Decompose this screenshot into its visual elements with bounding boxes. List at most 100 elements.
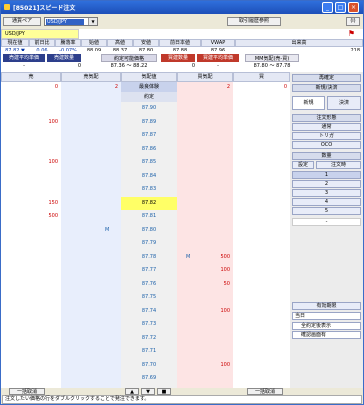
bottom-bar: 一括取消 ▲ ▼ ■ 一括取消 注文したい価格の行をダブルクリックすることで発注… <box>1 388 363 404</box>
price-cell[interactable]: 87.84 <box>121 170 177 184</box>
ladder-row[interactable]: 87.69 <box>1 372 290 386</box>
price-cell[interactable]: 87.89 <box>121 116 177 130</box>
ladder-row[interactable]: 500 87.81 <box>1 210 290 224</box>
buy-avg-label: 買建平均単価 <box>197 54 239 62</box>
sell-qty-cell: 100 <box>48 118 58 125</box>
position-summary: 売建平均単価 売建数量 約定可能価格 買建数量 買建平均単価 MM気配(売-買)… <box>1 51 363 72</box>
col-header-buy: 買 <box>233 72 290 82</box>
pair-select[interactable]: USD/JPY ▼ <box>44 17 98 26</box>
col-header-sell: 売 <box>1 72 61 82</box>
minimize-button[interactable]: _ <box>322 2 333 13</box>
new-button[interactable]: 新規 <box>292 96 325 110</box>
price-cell[interactable]: 87.70 <box>121 359 177 373</box>
ladder-row[interactable]: 87.71 <box>1 345 290 359</box>
sell-qty-cell: 500 <box>48 213 58 219</box>
qty-3-button[interactable]: 3 <box>292 189 361 197</box>
price-cell[interactable]: 87.71 <box>121 345 177 359</box>
alert-icon[interactable]: ⚑ <box>348 30 355 38</box>
ladder-row[interactable]: 87.77 100 <box>1 264 290 278</box>
symbol-row: USD/JPY ⚑ <box>1 29 363 39</box>
price-cell[interactable]: 87.75 <box>121 291 177 305</box>
speed-order-window: [85021]スピード注文 _ □ × 通貨ペア USD/JPY ▼ 取引履歴参… <box>0 0 364 405</box>
top-row: 0 2 最良体験 2 0 <box>1 82 290 92</box>
order-time-button[interactable]: 注文時 <box>316 161 361 169</box>
ladder-row[interactable]: 87.74 100 <box>1 305 290 319</box>
maximize-button[interactable]: □ <box>335 2 346 13</box>
normal-order-button[interactable]: 通常 <box>292 123 361 131</box>
ladder-row[interactable]: 87.80 M <box>1 224 290 238</box>
exec-label[interactable]: 約定 <box>121 92 177 102</box>
expiry-select[interactable]: 当日 <box>292 312 361 320</box>
price-cell[interactable]: 87.82 <box>121 196 177 210</box>
ladder-row[interactable]: 87.76 50 <box>1 278 290 292</box>
price-cell[interactable]: 87.86 <box>121 143 177 157</box>
price-cell[interactable]: 87.78 <box>121 251 177 265</box>
price-cell[interactable]: 87.85 <box>121 156 177 170</box>
oco-order-button[interactable]: OCO <box>292 141 361 149</box>
mm-value: 87.80 ～ 87.78 <box>253 63 291 69</box>
qty-5-button[interactable]: 5 <box>292 207 361 215</box>
price-cell[interactable]: 87.80 <box>121 224 177 238</box>
stat-header: 出来高 <box>235 39 363 47</box>
price-cell[interactable]: 87.76 <box>121 278 177 292</box>
qty-custom-field[interactable]: - <box>292 218 361 226</box>
cancel-all-right-button[interactable]: 一括取消 <box>247 388 283 395</box>
price-cell[interactable]: 87.72 <box>121 332 177 346</box>
price-cell[interactable]: 87.79 <box>121 237 177 251</box>
symbol-label: USD/JPY <box>1 29 79 39</box>
sell-qty-value: 0 <box>77 63 81 69</box>
price-cell[interactable]: 87.73 <box>121 318 177 332</box>
ladder-row[interactable]: 87.73 <box>1 318 290 332</box>
price-cell[interactable]: 87.81 <box>121 210 177 224</box>
price-cell[interactable]: 87.90 <box>121 102 177 116</box>
qty-4-button[interactable]: 4 <box>292 198 361 206</box>
stat-header: 前日比 <box>29 39 55 47</box>
order-panel: 再確定 新規/決済 新規 決済 注文形態 通常 トリガ OCO 数量 設定 注文… <box>290 72 363 388</box>
set-button[interactable]: 設定 <box>292 161 314 169</box>
ladder-row[interactable]: 87.87 <box>1 129 290 143</box>
col-header-sell-quote: 売気配 <box>61 72 121 82</box>
trigger-order-button[interactable]: トリガ <box>292 132 361 140</box>
stat-header: 高値 <box>107 39 133 47</box>
ladder-row[interactable]: 87.90 <box>1 102 290 116</box>
ladder-row[interactable]: 87.72 <box>1 332 290 346</box>
ladder-row[interactable]: 87.84 <box>1 170 290 184</box>
history-button[interactable]: 取引履歴参照 <box>227 17 281 26</box>
ladder-row[interactable]: 150 87.82 <box>1 196 290 210</box>
info-button[interactable]: (i) <box>346 17 360 26</box>
buy-avg-value: - <box>217 63 219 69</box>
ladder-row[interactable]: 87.75 <box>1 291 290 305</box>
stop-button[interactable]: ■ <box>157 388 171 395</box>
pair-label-button[interactable]: 通貨ペア <box>3 17 41 26</box>
col-header-buy-quote: 買気配 <box>177 72 233 82</box>
price-cell[interactable]: 87.74 <box>121 305 177 319</box>
chevron-down-icon[interactable]: ▼ <box>88 18 97 25</box>
price-cell[interactable]: 87.87 <box>121 129 177 143</box>
col-header-price: 気配値 <box>121 72 177 82</box>
qty-1-button[interactable]: 1 <box>292 171 361 179</box>
cancel-all-left-button[interactable]: 一括取消 <box>9 388 45 395</box>
qty-2-button[interactable]: 2 <box>292 180 361 188</box>
confirm-screen-checkbox[interactable]: 確認画面有 <box>292 331 361 339</box>
scroll-down-button[interactable]: ▼ <box>141 388 155 395</box>
ladder-row[interactable]: 87.86 <box>1 143 290 157</box>
close-button[interactable]: × <box>348 2 359 13</box>
price-cell[interactable]: 87.77 <box>121 264 177 278</box>
expiry-label: 有効期限 <box>292 302 361 310</box>
price-cell[interactable]: 87.83 <box>121 183 177 197</box>
ladder-row[interactable]: 100 87.85 <box>1 156 290 170</box>
ladder-row[interactable]: 87.79 <box>1 237 290 251</box>
ladder-row[interactable]: 87.78 500 M <box>1 251 290 265</box>
scroll-up-button[interactable]: ▲ <box>125 388 139 395</box>
ladder-row[interactable]: 87.70 100 <box>1 359 290 373</box>
pair-select-value: USD/JPY <box>46 19 84 25</box>
full-fill-checkbox[interactable]: 全約定後表示 <box>292 322 361 330</box>
buy-qty-cell: 100 <box>220 361 230 368</box>
settle-button[interactable]: 決済 <box>327 96 361 110</box>
ladder-row[interactable]: 87.83 <box>1 183 290 197</box>
price-cell[interactable]: 87.69 <box>121 372 177 386</box>
ladder-row[interactable]: 100 87.89 <box>1 116 290 130</box>
buy-qty-label: 買建数量 <box>161 54 195 62</box>
reconfirm-button[interactable]: 再確定 <box>292 74 361 82</box>
best-label[interactable]: 最良体験 <box>121 82 177 92</box>
